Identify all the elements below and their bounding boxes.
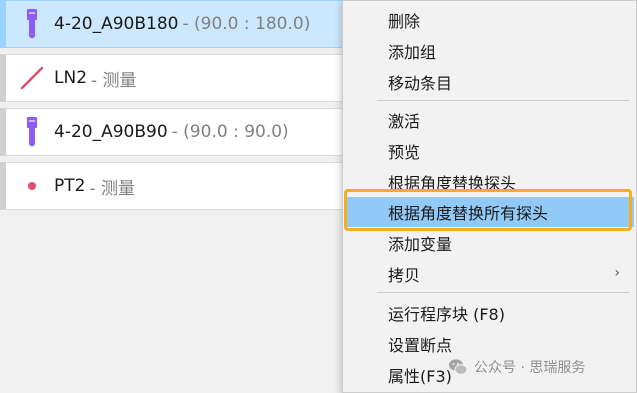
menu-item-label: 根据角度替换所有探头 — [388, 204, 549, 223]
probe-icon — [10, 110, 54, 154]
menu-item-label: 移动条目 — [388, 74, 453, 93]
menu-item-label: 根据角度替换探头 — [388, 174, 517, 193]
menu-item-label: 属性(F3) — [388, 367, 452, 386]
menu-item-label: 删除 — [388, 12, 421, 31]
line-icon — [10, 56, 54, 100]
feature-item-pt2[interactable]: PT2 - 测量 — [0, 162, 350, 210]
menu-item-copy[interactable]: 拷贝 › — [345, 259, 634, 289]
feature-title: 4-20_A90B90 — [54, 122, 168, 142]
feature-title: PT2 — [54, 176, 86, 196]
menu-item-label: 拷贝 — [388, 266, 421, 285]
menu-item-delete[interactable]: 删除 — [345, 5, 634, 35]
feature-item-probe-a90b180[interactable]: 4-20_A90B180 - (90.0 : 180.0) — [0, 0, 350, 48]
feature-list: 4-20_A90B180 - (90.0 : 180.0) LN2 - 测量 4… — [0, 0, 350, 393]
menu-item-preview[interactable]: 预览 — [345, 136, 634, 166]
menu-item-label: 激活 — [388, 112, 421, 131]
menu-item-add-group[interactable]: 添加组 — [345, 36, 634, 66]
menu-separator — [377, 292, 629, 293]
feature-subtitle: - 测量 — [91, 70, 137, 91]
feature-title: 4-20_A90B180 — [54, 14, 179, 34]
menu-item-set-breakpoint[interactable]: 设置断点 — [345, 329, 634, 359]
feature-item-ln2[interactable]: LN2 - 测量 — [0, 54, 350, 102]
wechat-icon — [449, 359, 468, 375]
feature-subtitle: - (90.0 : 90.0) — [171, 122, 289, 142]
menu-item-label: 添加组 — [388, 43, 437, 62]
point-icon — [10, 164, 54, 208]
context-menu: 删除 添加组 移动条目 激活 预览 根据角度替换探头 根据角度替换所有探头 添加… — [342, 0, 637, 393]
feature-subtitle: - 测量 — [89, 178, 135, 199]
menu-separator — [377, 100, 629, 101]
feature-subtitle: - (90.0 : 180.0) — [182, 14, 311, 34]
menu-item-replace-all-probes-by-angle[interactable]: 根据角度替换所有探头 — [345, 197, 634, 227]
watermark: 公众号 · 思瑞服务 — [448, 356, 585, 378]
menu-item-replace-probe-by-angle[interactable]: 根据角度替换探头 — [345, 167, 634, 197]
menu-item-move-entry[interactable]: 移动条目 — [345, 67, 634, 97]
menu-item-run-block[interactable]: 运行程序块 (F8) — [345, 298, 634, 328]
feature-title: LN2 — [54, 68, 88, 88]
feature-item-probe-a90b90[interactable]: 4-20_A90B90 - (90.0 : 90.0) — [0, 108, 350, 156]
menu-item-label: 添加变量 — [388, 235, 453, 254]
probe-icon — [10, 2, 54, 46]
chevron-right-icon: › — [614, 265, 620, 281]
menu-item-activate[interactable]: 激活 — [345, 105, 634, 135]
menu-item-label: 预览 — [388, 143, 421, 162]
menu-item-add-variable[interactable]: 添加变量 — [345, 228, 634, 258]
menu-item-label: 运行程序块 (F8) — [388, 305, 505, 324]
menu-item-label: 设置断点 — [388, 336, 453, 355]
watermark-text: 公众号 · 思瑞服务 — [474, 360, 586, 376]
